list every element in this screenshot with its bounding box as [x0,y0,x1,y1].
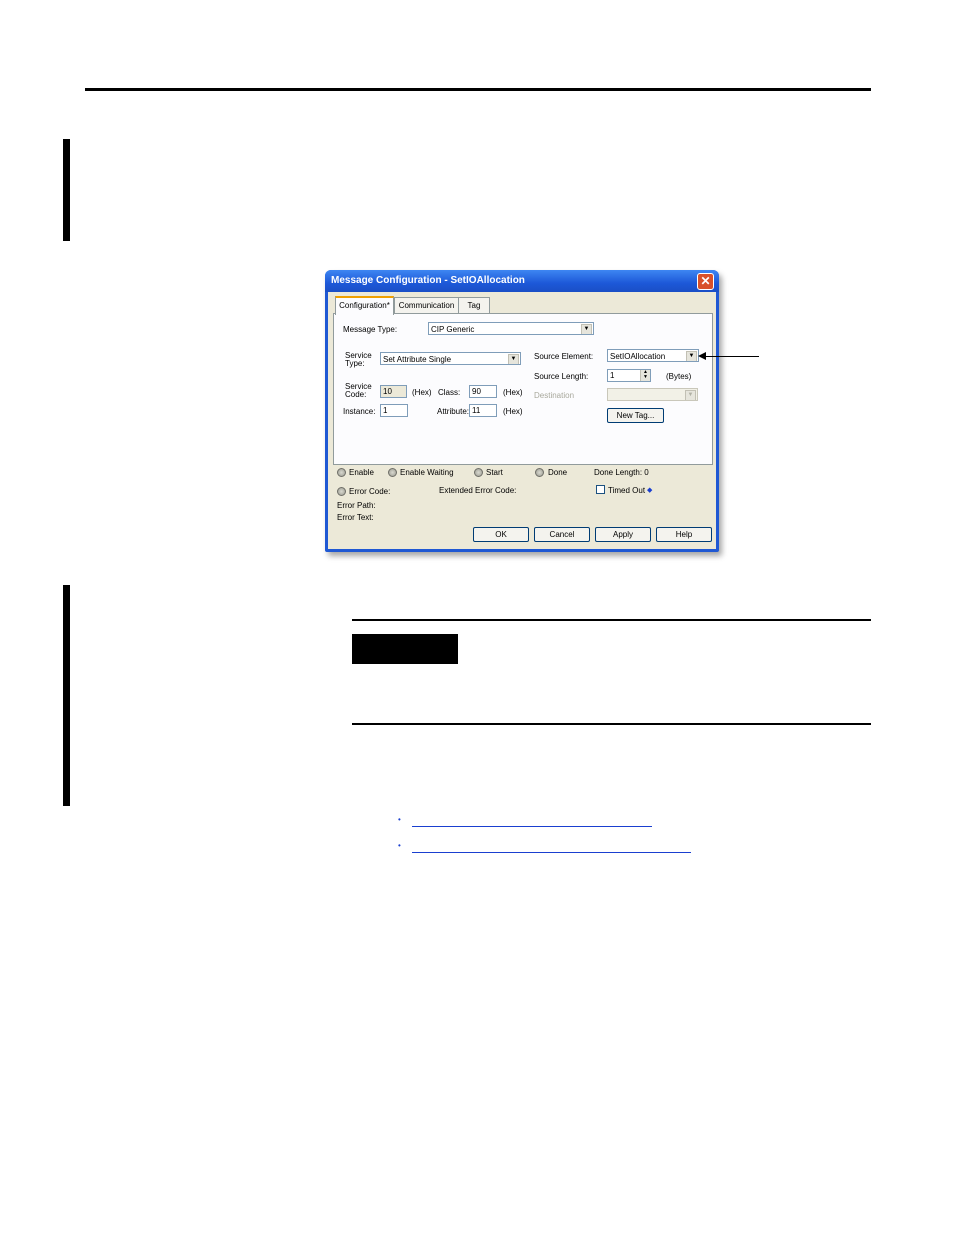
dialog-client-area: Configuration* Communication Tag Message… [328,292,716,549]
class-unit: (Hex) [503,388,523,397]
close-icon: ✕ [700,274,711,288]
enable-indicator-icon [337,468,346,477]
service-type-value: Set Attribute Single [383,355,452,364]
done-indicator-icon [535,468,544,477]
service-code-value: 10 [383,387,392,396]
tab-label: Communication [398,301,455,310]
callout-arrow-icon [698,352,706,360]
source-length-stepper[interactable]: 1 ▲ ▼ [607,369,651,382]
source-length-value: 1 [610,371,615,380]
link-bullet: • [398,815,401,824]
service-type-label-2: Type: [345,359,365,368]
timed-out-label: Timed Out [608,486,646,495]
note-top-rule [352,619,871,621]
ok-button[interactable]: OK [473,527,529,542]
done-label: Done [548,468,568,477]
error-code-label: Error Code: [349,487,391,496]
service-code-label-2: Code: [345,390,367,399]
attribute-unit: (Hex) [503,407,523,416]
apply-button[interactable]: Apply [595,527,651,542]
instance-label: Instance: [343,407,376,416]
service-code-unit: (Hex) [412,388,432,397]
error-code-indicator-icon [337,487,346,496]
enable-label: Enable [349,468,374,477]
dialog-title: Message Configuration - SetIOAllocation [331,275,525,286]
new-tag-button[interactable]: New Tag... [607,408,664,423]
note-bottom-rule [352,723,871,725]
tab-label: Configuration* [339,301,390,310]
start-indicator-icon [474,468,483,477]
message-type-label: Message Type: [343,325,398,334]
instance-field[interactable]: 1 [380,404,408,417]
note-badge [352,634,458,664]
enable-waiting-label: Enable Waiting [400,468,454,477]
spinner-icon[interactable]: ▲ ▼ [640,370,650,381]
tab-configuration[interactable]: Configuration* [335,296,394,315]
destination-select[interactable]: ▼ [607,388,698,401]
change-bar [63,139,70,241]
error-path-label: Error Path: [337,501,376,510]
source-element-value: SetIOAllocation [610,352,666,361]
attribute-value: 11 [472,406,481,415]
chevron-down-icon[interactable]: ▼ [581,324,592,334]
message-configuration-dialog: Message Configuration - SetIOAllocation … [325,270,719,552]
error-text-label: Error Text: [337,513,374,522]
chevron-down-icon[interactable]: ▼ [685,390,696,400]
extended-error-code-label: Extended Error Code: [439,486,517,495]
message-type-value: CIP Generic [431,325,475,334]
service-type-select[interactable]: Set Attribute Single ▼ [380,352,521,365]
timed-out-checkbox[interactable] [596,485,605,494]
timed-out-arrow-icon: ◆ [647,487,653,494]
link-bullet: • [398,841,401,850]
class-field[interactable]: 90 [469,385,497,398]
source-length-unit: (Bytes) [666,372,692,381]
enable-waiting-indicator-icon [388,468,397,477]
header-rule [85,88,871,91]
link-underline-1[interactable] [412,826,652,827]
start-label: Start [486,468,503,477]
source-length-label: Source Length: [534,372,589,381]
tab-communication[interactable]: Communication [394,297,459,313]
attribute-field[interactable]: 11 [469,404,497,417]
instance-value: 1 [383,406,388,415]
chevron-down-icon[interactable]: ▼ [686,351,697,361]
callout-line [703,356,759,357]
change-bar [63,585,70,806]
class-label: Class: [438,388,461,397]
source-element-label: Source Element: [534,352,594,361]
tab-label: Tag [467,301,481,310]
done-length-label: Done Length: 0 [594,468,649,477]
tab-tag[interactable]: Tag [458,297,490,313]
link-underline-2[interactable] [412,852,691,853]
chevron-down-icon[interactable]: ▼ [508,354,519,364]
destination-label: Destination [534,391,575,400]
source-element-select[interactable]: SetIOAllocation ▼ [607,349,699,362]
configuration-panel: Message Type: CIP Generic ▼ Service Type… [333,313,713,465]
close-button[interactable]: ✕ [697,273,714,290]
message-type-select[interactable]: CIP Generic ▼ [428,322,594,335]
cancel-button[interactable]: Cancel [534,527,590,542]
service-code-field[interactable]: 10 [380,385,407,398]
help-button[interactable]: Help [656,527,712,542]
title-bar[interactable]: Message Configuration - SetIOAllocation … [325,270,719,292]
attribute-label: Attribute: [437,407,470,416]
class-value: 90 [472,387,481,396]
